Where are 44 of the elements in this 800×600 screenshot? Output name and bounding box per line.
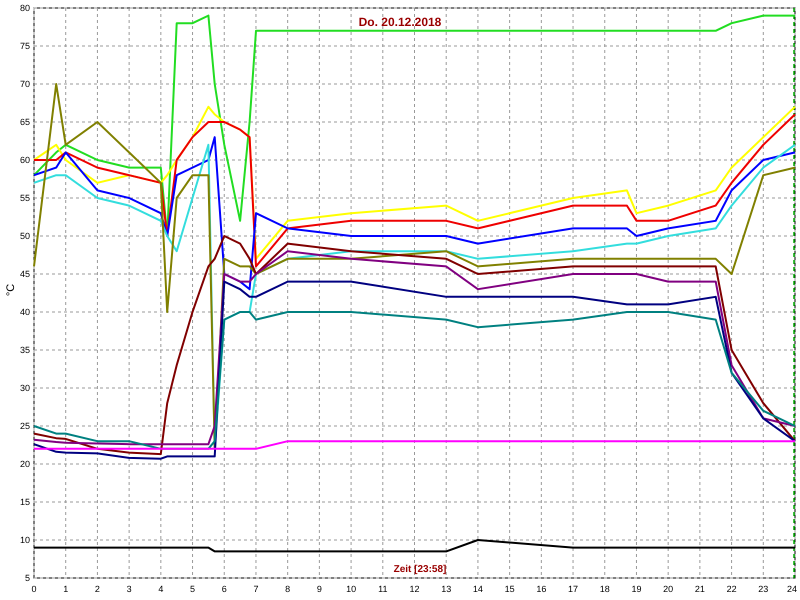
- x-tick-label: 18: [600, 584, 610, 594]
- y-tick-label: 45: [20, 269, 30, 279]
- x-tick-label: 24: [787, 584, 797, 594]
- x-tick-label: 4: [158, 584, 164, 594]
- x-tick-label: 13: [441, 584, 452, 594]
- y-tick-label: 5: [24, 573, 30, 583]
- y-tick-label: 25: [20, 421, 30, 431]
- x-tick-label: 21: [694, 584, 705, 594]
- y-tick-label: 55: [20, 193, 30, 203]
- x-tick-label: 5: [190, 584, 196, 594]
- x-tick-label: 10: [346, 584, 356, 594]
- x-tick-label: 0: [32, 584, 36, 594]
- y-tick-label: 65: [20, 117, 30, 127]
- x-tick-label: 15: [504, 584, 515, 594]
- y-tick-label: 15: [20, 497, 30, 507]
- x-tick-label: 20: [663, 584, 674, 594]
- y-tick-label: 60: [20, 155, 30, 165]
- x-tick-label: 19: [631, 584, 642, 594]
- y-tick-label: 35: [20, 345, 30, 355]
- y-tick-label: 80: [20, 3, 30, 13]
- x-tick-label: 8: [285, 584, 290, 594]
- x-tick-label: 16: [536, 584, 546, 594]
- x-tick-label: 3: [126, 584, 132, 594]
- x-tick-label: 6: [222, 584, 227, 594]
- chart-title: Do. 20.12.2018: [358, 15, 442, 29]
- x-tick-label: 2: [94, 584, 100, 594]
- y-tick-label: 20: [20, 459, 30, 469]
- y-tick-label: 40: [20, 307, 30, 317]
- x-axis-label: Zeit [23:58]: [394, 564, 446, 575]
- x-tick-label: 11: [378, 584, 388, 594]
- y-axis-label: °C: [5, 284, 17, 296]
- x-tick-label: 1: [63, 584, 68, 594]
- y-tick-label: 10: [20, 535, 30, 545]
- x-tick-label: 22: [726, 584, 737, 594]
- x-tick-label: 7: [253, 584, 258, 594]
- y-tick-label: 70: [20, 79, 30, 89]
- y-tick-label: 30: [20, 383, 30, 393]
- x-tick-label: 23: [758, 584, 768, 594]
- y-tick-label: 75: [20, 41, 30, 51]
- x-tick-label: 14: [472, 584, 483, 594]
- x-tick-label: 12: [410, 584, 420, 594]
- x-tick-label: 17: [568, 584, 578, 594]
- y-tick-label: 50: [20, 231, 30, 241]
- x-tick-label: 9: [316, 584, 322, 594]
